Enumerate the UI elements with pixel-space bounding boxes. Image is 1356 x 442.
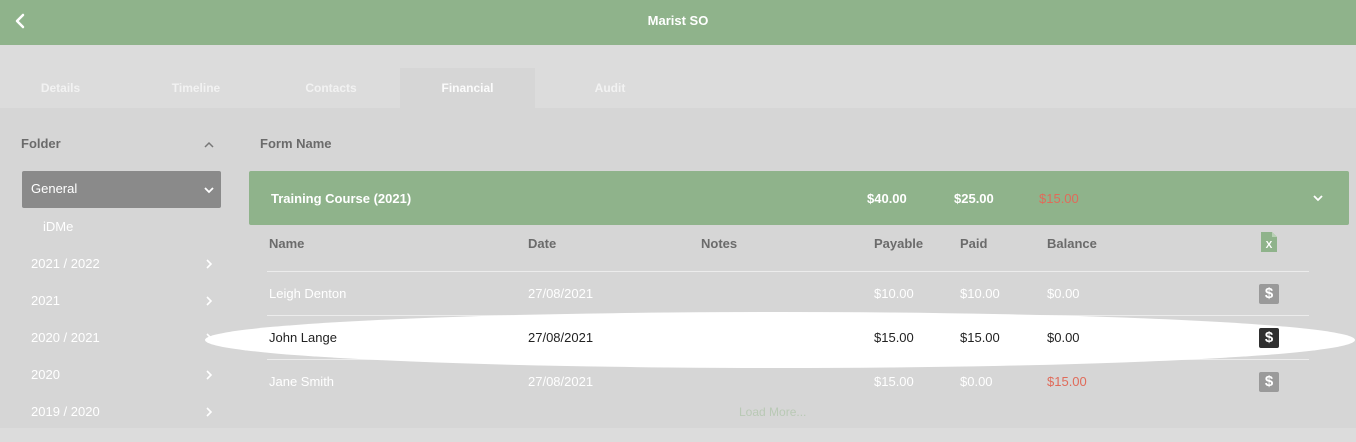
cell-balance: $0.00 bbox=[1047, 330, 1080, 345]
cell-paid: $10.00 bbox=[960, 286, 1000, 301]
table-row[interactable]: Jane Smith 27/08/2021 $15.00 $0.00 $15.0… bbox=[0, 362, 1356, 402]
column-header-notes: Notes bbox=[701, 236, 738, 251]
folder-item[interactable]: 2021 / 2022 bbox=[0, 250, 230, 276]
table-row[interactable]: Leigh Denton 27/08/2021 $10.00 $10.00 $0… bbox=[0, 274, 1356, 314]
column-header-name: Name bbox=[269, 236, 305, 251]
course-header[interactable]: Training Course (2021) $40.00 $25.00 $15… bbox=[249, 171, 1349, 225]
course-payable: $40.00 bbox=[867, 191, 907, 206]
dollar-icon[interactable]: $ bbox=[1259, 328, 1279, 348]
tab-timeline[interactable]: Timeline bbox=[136, 68, 256, 108]
cell-date: 27/08/2021 bbox=[528, 330, 594, 345]
cell-date: 27/08/2021 bbox=[528, 286, 594, 301]
financial-panel: Folder General iDMe 2021 / 2022 2021 202… bbox=[0, 108, 1356, 428]
app-header: Marist SO bbox=[0, 0, 1356, 45]
folder-heading: Folder bbox=[21, 136, 61, 151]
dollar-icon[interactable]: $ bbox=[1259, 372, 1279, 392]
excel-export-icon[interactable]: X bbox=[1261, 232, 1277, 252]
column-header-date: Date bbox=[528, 236, 557, 251]
folder-general[interactable]: General bbox=[22, 171, 221, 208]
chevron-down-icon[interactable] bbox=[1311, 191, 1325, 205]
folder-item-label: 2019 / 2020 bbox=[31, 404, 100, 419]
folder-general-label: General bbox=[31, 181, 78, 196]
chevron-down-icon bbox=[204, 187, 214, 194]
cell-payable: $10.00 bbox=[874, 286, 914, 301]
cell-name: John Lange bbox=[269, 330, 337, 345]
cell-name: Leigh Denton bbox=[269, 286, 347, 301]
cell-payable: $15.00 bbox=[874, 374, 914, 389]
page-title: Marist SO bbox=[647, 13, 709, 28]
cell-balance: $0.00 bbox=[1047, 286, 1080, 301]
cell-paid: $15.00 bbox=[960, 330, 1000, 345]
column-header-payable: Payable bbox=[874, 236, 924, 251]
divider bbox=[267, 271, 1309, 272]
cell-name: Jane Smith bbox=[269, 374, 335, 389]
cell-paid: $0.00 bbox=[960, 374, 993, 389]
tab-financial[interactable]: Financial bbox=[400, 68, 535, 108]
course-paid: $25.00 bbox=[954, 191, 994, 206]
column-header-balance: Balance bbox=[1047, 236, 1097, 251]
cell-date: 27/08/2021 bbox=[528, 374, 594, 389]
chevron-up-icon[interactable] bbox=[202, 138, 216, 152]
chevron-right-icon bbox=[206, 259, 213, 269]
column-header-paid: Paid bbox=[960, 236, 988, 251]
svg-text:X: X bbox=[1266, 240, 1273, 251]
course-name: Training Course (2021) bbox=[271, 191, 412, 206]
cell-payable: $15.00 bbox=[874, 330, 914, 345]
tab-audit[interactable]: Audit bbox=[540, 68, 680, 108]
tab-contacts[interactable]: Contacts bbox=[270, 68, 392, 108]
table-row[interactable]: John Lange 27/08/2021 $15.00 $15.00 $0.0… bbox=[0, 318, 1356, 358]
dollar-icon[interactable]: $ bbox=[1259, 284, 1279, 304]
folder-sub-item-idme[interactable]: iDMe bbox=[43, 219, 73, 234]
tab-details[interactable]: Details bbox=[0, 68, 121, 108]
form-name-heading: Form Name bbox=[260, 136, 332, 151]
cell-balance: $15.00 bbox=[1047, 374, 1087, 389]
course-balance: $15.00 bbox=[1039, 191, 1079, 206]
load-more-link[interactable]: Load More... bbox=[739, 405, 806, 419]
folder-item-label: 2021 / 2022 bbox=[31, 256, 100, 271]
chevron-right-icon bbox=[206, 407, 213, 417]
